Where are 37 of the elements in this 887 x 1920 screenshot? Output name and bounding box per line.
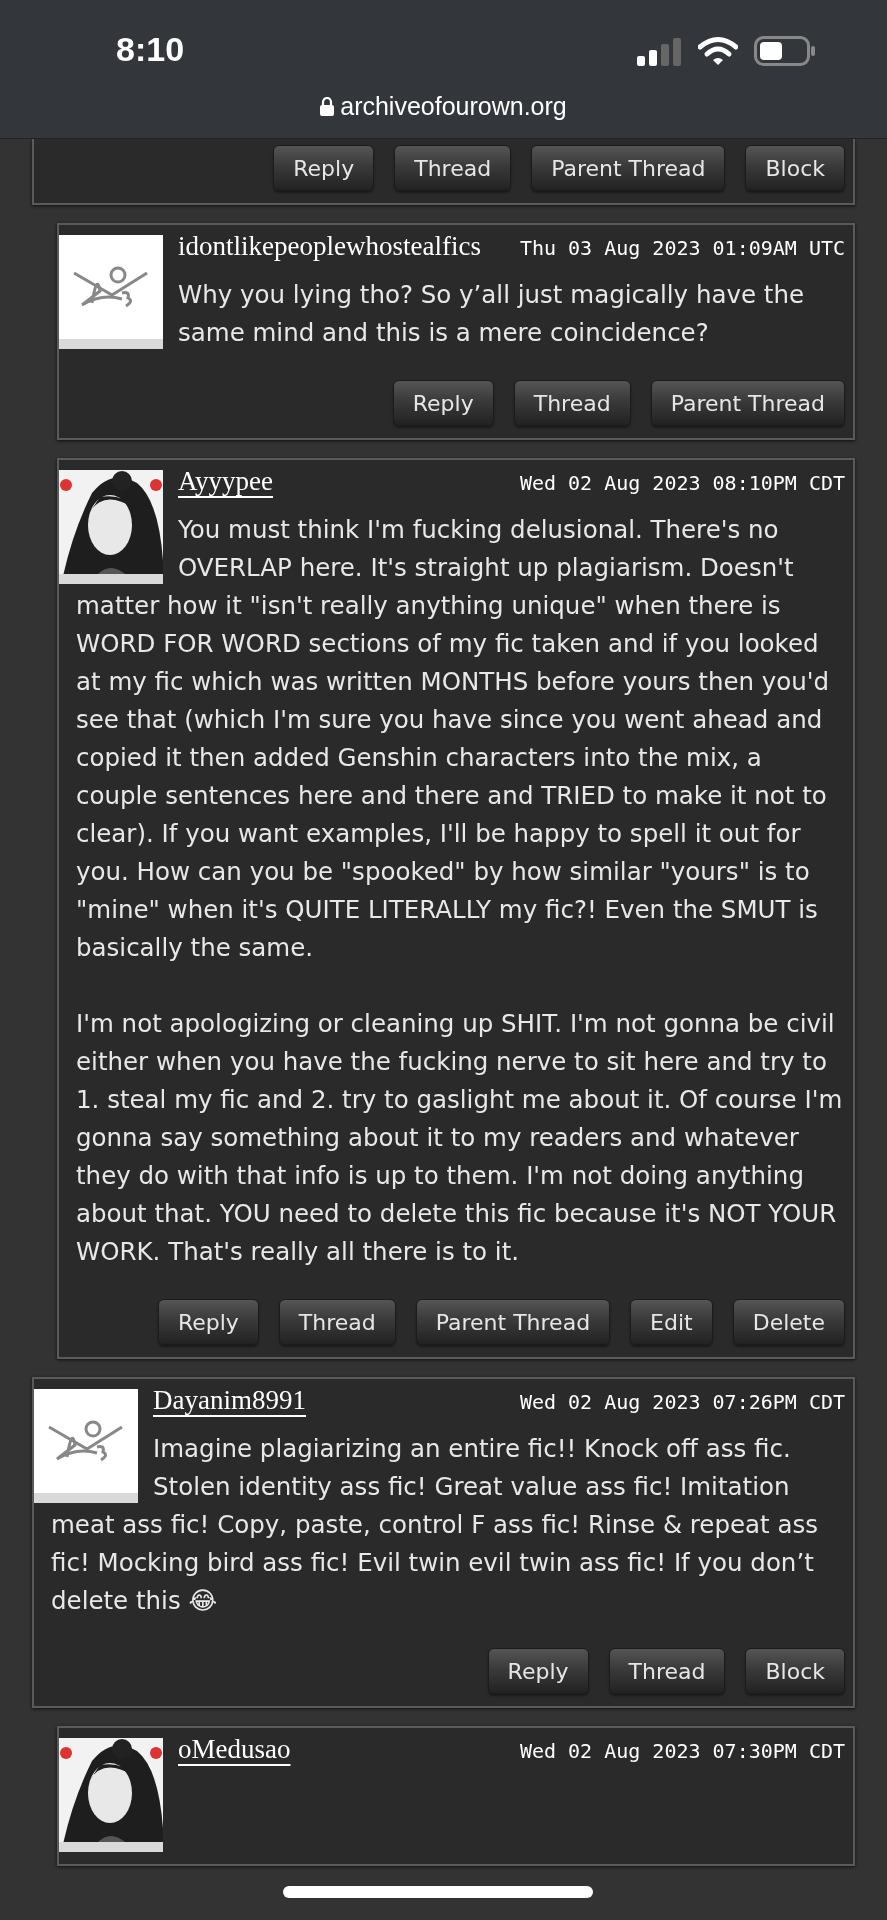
comment-text: Imagine plagiarizing an entire fic!! Knock off ass fic. Stolen identity ass fic! Great value ass fic! Imitation [153, 1433, 792, 1503]
comment-action-button[interactable]: Thread [278, 1299, 396, 1345]
username[interactable]: Dayanim8991 [153, 1385, 306, 1416]
comment-action-button[interactable]: Block [745, 145, 845, 191]
username: idontlikepeoplewhostealfics [178, 231, 481, 262]
lock-icon [320, 97, 335, 116]
comment-action-button[interactable]: Parent Thread [531, 145, 726, 191]
comment-date: Wed 02 Aug 2023 07:26PM CDT [519, 1390, 845, 1414]
comment-action-button[interactable]: Reply [157, 1299, 259, 1345]
username[interactable]: oMedusao [178, 1734, 291, 1765]
comment-text: Why you lying tho? So y’all just magically have the same mind and this is a mere coincidence? [178, 279, 805, 349]
comment-text: I'm not apologizing or cleaning up SHIT. I'm not gonna be civil either when you have the fucking nerve to sit here and try to 1. steal my fic and 2. try to gaslight me about it. Of course I'm gonna say something about it to my readers and whatever they do with that info is up to them. I'm not doing anything about that. YOU need to delete this fic because it's NOT YOUR WORK. That's really all there is to it. [76, 1008, 844, 1268]
comment-action-button[interactable]: Reply [392, 380, 494, 426]
comment-date: Thu 03 Aug 2023 01:09AM UTC [519, 236, 845, 260]
comment-date: Wed 02 Aug 2023 08:10PM CDT [519, 471, 845, 495]
comment-text: meat ass fic! Copy, paste, control F ass fic! Rinse & repeat ass fic! Mocking bird ass fic! Evil twin evil twin ass fic! If you don’t delete this 😂 [51, 1509, 819, 1617]
comment-action-button[interactable]: Parent Thread [650, 380, 845, 426]
comment-text: You must think I'm fucking delusional. There's no OVERLAP here. It's straight up plagiarism. Doesn't [178, 514, 795, 584]
comment-action-button[interactable]: Thread [608, 1648, 726, 1694]
comment-text: matter how it "isn't really anything unique" when there is WORD FOR WORD sections of my fic taken and if you looked at my fic which was written MONTHS before yours then you'd see that (which I'm sure you have since you went ahead and copied it then added Genshin characters into the mix, a couple sentences here and there and TRIED to make it not to clear). If you want examples, I'll be happy to spell it out for you. How can you be "spooked" by how similar "yours" is to "mine" when it's QUITE LITERALLY my fic?! Even the SMUT is basically the same. [76, 590, 831, 964]
wifi-icon [698, 36, 738, 66]
battery-icon [754, 36, 816, 66]
username[interactable]: Ayyypee [178, 466, 273, 497]
comment-action-button[interactable]: Edit [630, 1299, 713, 1345]
comment-action-button[interactable]: Block [745, 1648, 845, 1694]
signal-icon [637, 38, 683, 66]
default-avatar-icon [59, 235, 163, 339]
default-avatar-icon [34, 1389, 138, 1493]
clock-time: 8:10 [116, 30, 185, 69]
comment-action-button[interactable]: Thread [394, 145, 512, 191]
comment-action-button[interactable]: Delete [732, 1299, 845, 1345]
comment-action-button[interactable]: Reply [273, 145, 375, 191]
comment-action-button[interactable]: Parent Thread [415, 1299, 611, 1345]
comment-action-button[interactable]: Reply [487, 1648, 589, 1694]
url-text[interactable]: archiveofourown.org [340, 92, 567, 121]
comment-action-button[interactable]: Thread [513, 380, 631, 426]
comment-date: Wed 02 Aug 2023 07:30PM CDT [519, 1739, 845, 1763]
